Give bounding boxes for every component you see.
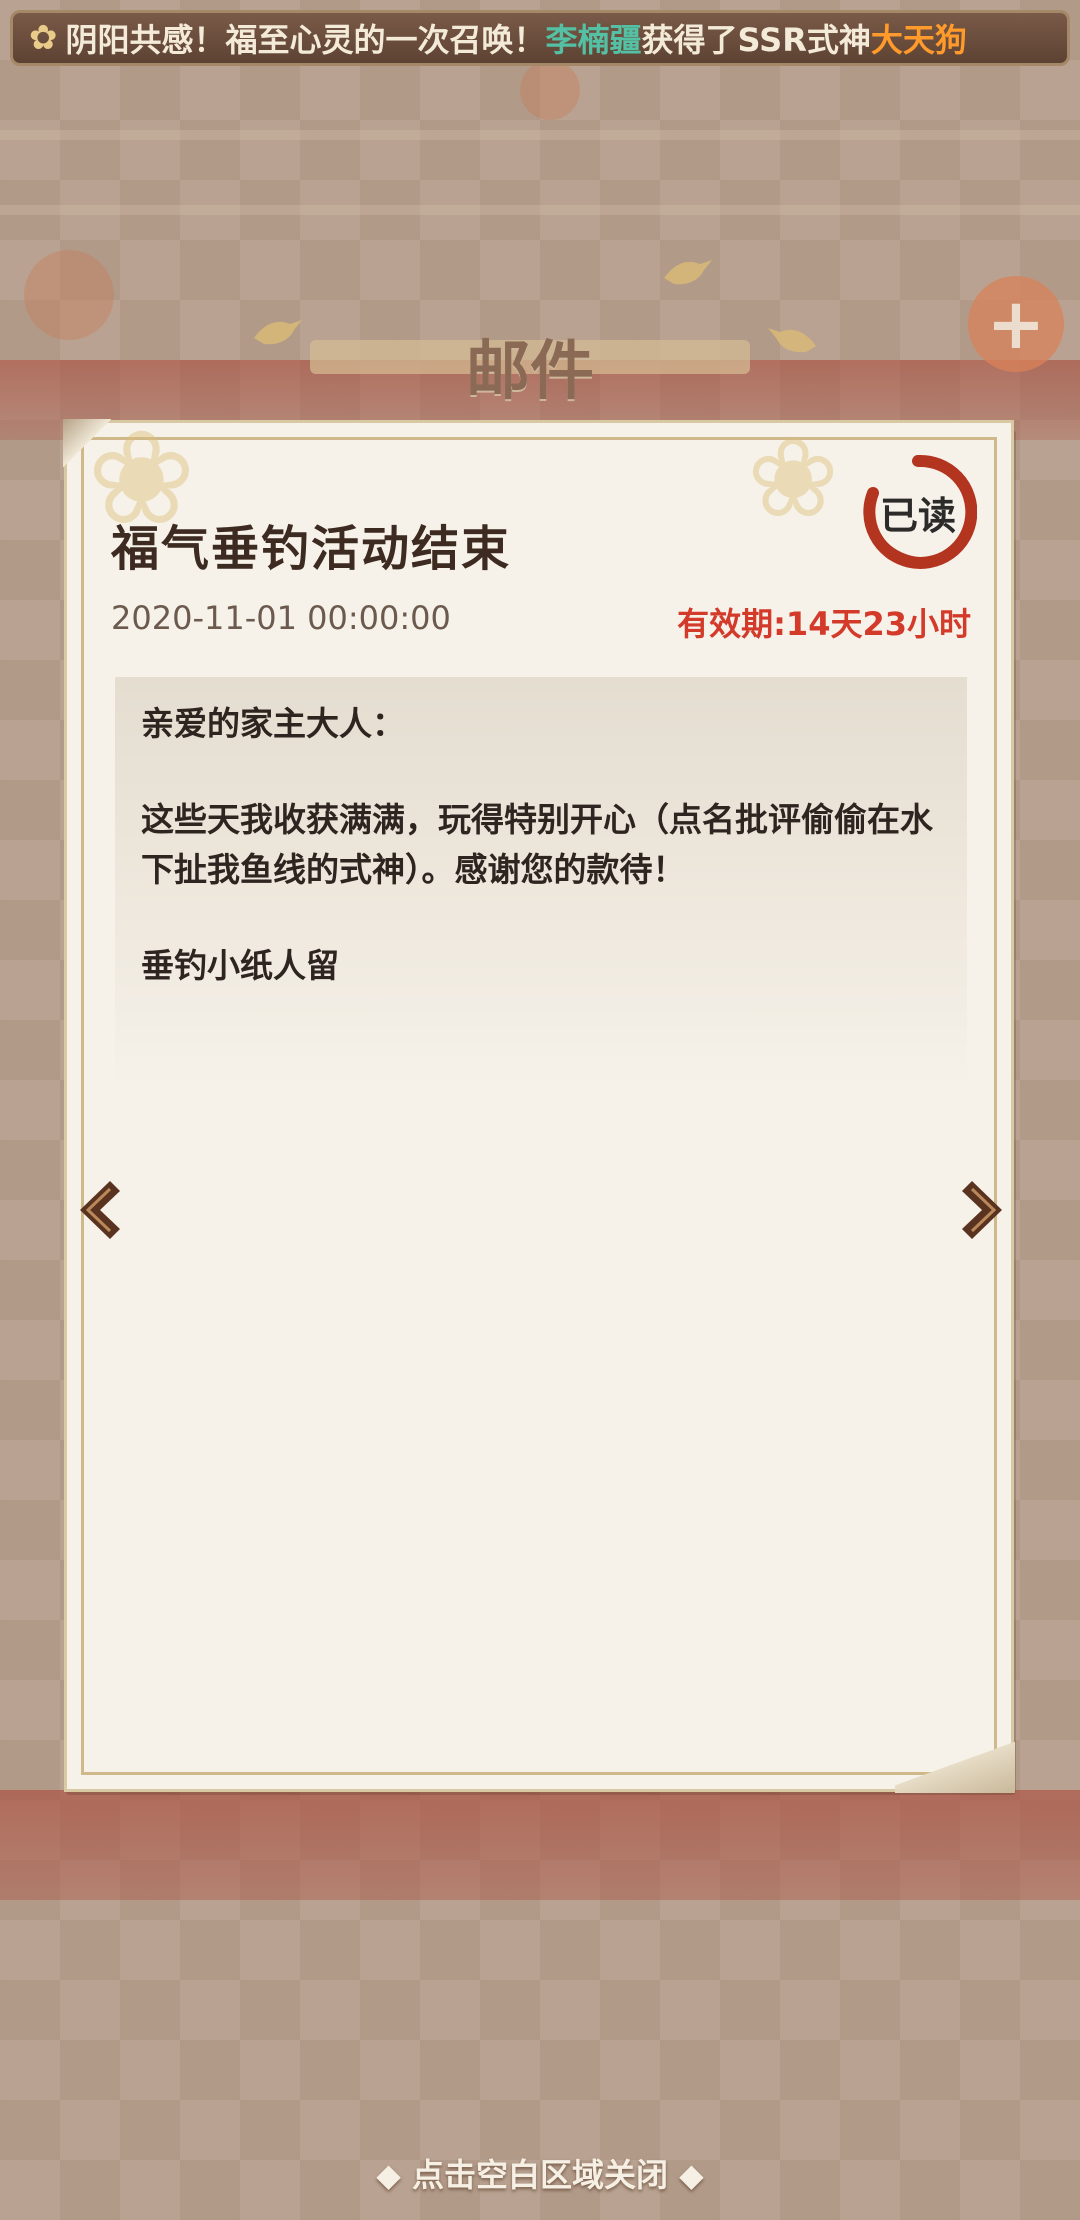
mail-paragraph: 这些天我收获满满，玩得特别开心（点名批评偷偷在水下扯我鱼线的式神）。感谢您的款待…	[141, 800, 933, 889]
marquee-shikigami-name: 大天狗	[870, 21, 967, 59]
mail-validity: 有效期:14天23小时	[677, 605, 971, 643]
background-band-bottom	[0, 1790, 1080, 1900]
page-title: 邮件	[466, 335, 594, 409]
bird-icon	[250, 310, 304, 350]
marquee-text: 阴阳共感！福至心灵的一次召唤！	[65, 21, 546, 59]
add-icon: +	[968, 276, 1064, 372]
flower-icon: ✿	[29, 18, 58, 58]
close-hint: ◆ 点击空白区域关闭 ◆	[376, 2156, 704, 2194]
read-status: 已读	[879, 494, 956, 538]
page-fold-corner	[895, 1733, 1015, 1793]
mail-date: 2020-11-01 00:00:00	[111, 599, 451, 637]
mail-signature: 垂钓小纸人留	[141, 946, 339, 985]
announcement-marquee: ✿ 阴阳共感！福至心灵的一次召唤！ 李楠疆 获得了SSR式神 大天狗	[10, 10, 1070, 66]
mail-card: ❀ ❀ 福气垂钓活动结束 已读 2020-11-01 00:00:00 有效期:…	[63, 413, 1015, 1793]
read-stamp: 已读	[859, 453, 978, 571]
mail-greeting: 亲爱的家主大人：	[141, 704, 405, 743]
chevron-left-icon[interactable]	[70, 1175, 130, 1245]
bird-icon	[766, 318, 820, 358]
mail-body: 亲爱的家主大人： 这些天我收获满满，玩得特别开心（点名批评偷偷在水下扯我鱼线的式…	[115, 677, 967, 1097]
sakura-icon: ❀	[747, 414, 840, 542]
marquee-player-name: 李楠疆	[545, 21, 642, 59]
marquee-text-middle: 获得了SSR式神	[641, 21, 871, 59]
background-coin-icon	[520, 60, 580, 120]
mail-title: 福气垂钓活动结束	[111, 521, 512, 577]
mail-header: 邮件	[310, 320, 750, 409]
chevron-right-icon[interactable]	[952, 1175, 1012, 1245]
bird-icon	[660, 250, 714, 290]
background-stripe	[0, 130, 1080, 140]
background-coin-icon	[24, 250, 114, 340]
background-stripe	[0, 205, 1080, 215]
